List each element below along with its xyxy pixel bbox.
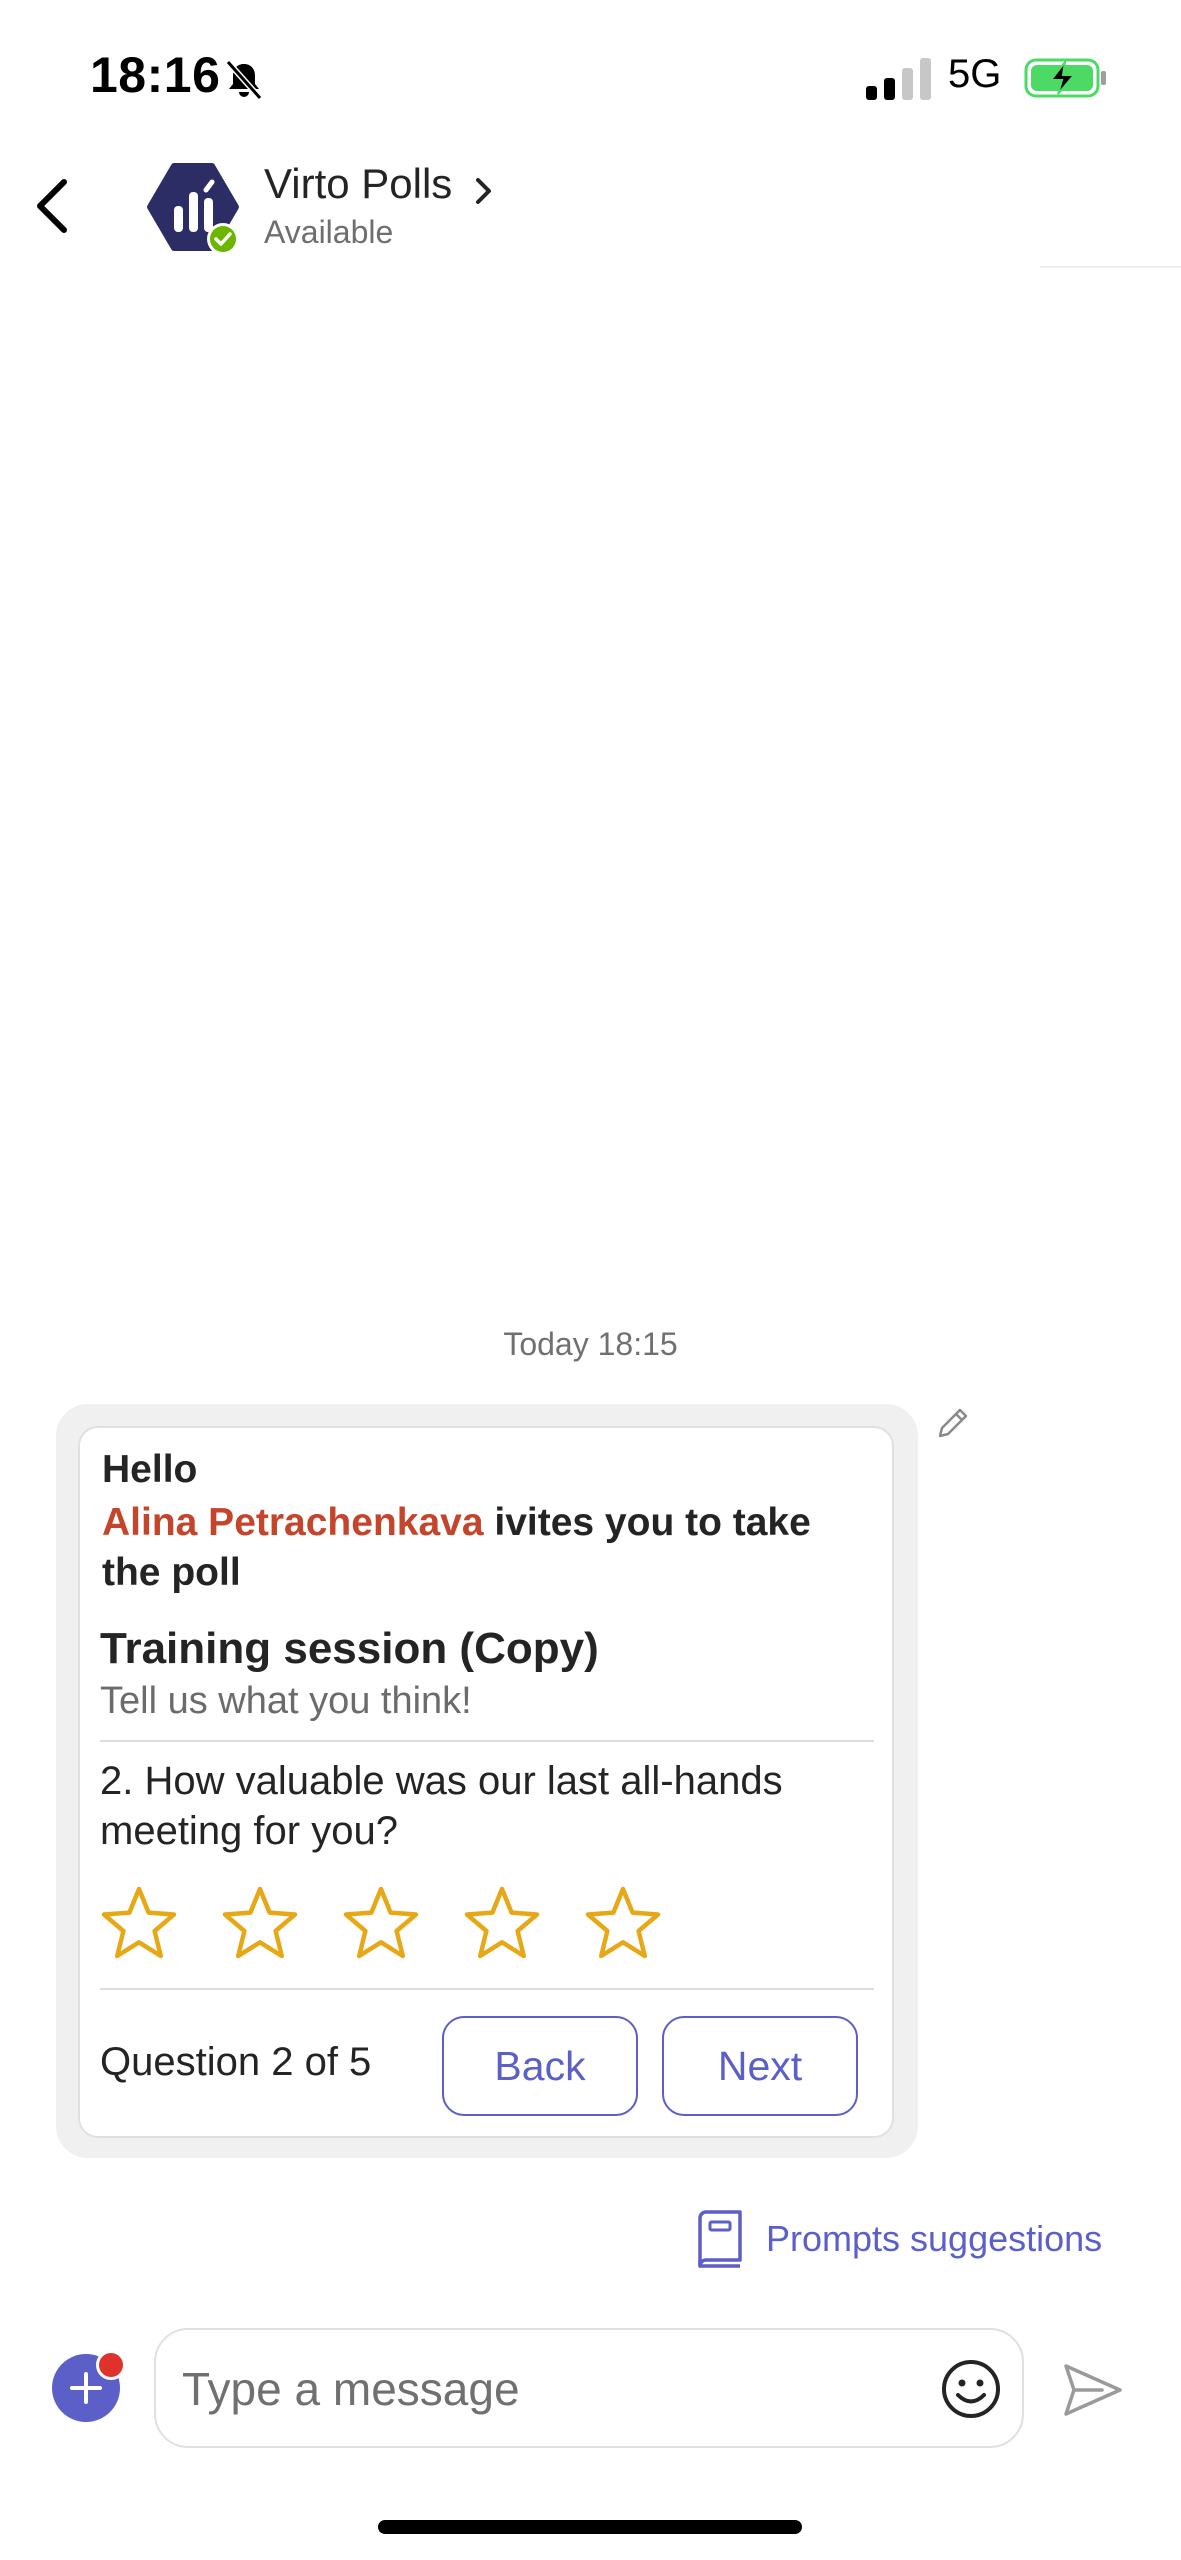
star-rating	[100, 1884, 662, 1962]
star-5-icon[interactable]	[584, 1884, 662, 1962]
presence-available-icon	[207, 223, 239, 255]
star-1-icon[interactable]	[100, 1884, 178, 1962]
card-divider	[100, 1740, 874, 1742]
network-type: 5G	[948, 52, 1002, 96]
emoji-icon[interactable]	[940, 2358, 1002, 2420]
star-4-icon[interactable]	[463, 1884, 541, 1962]
prompts-suggestions-link[interactable]: Prompts suggestions	[694, 2210, 1102, 2268]
signal-icon	[866, 58, 931, 100]
card-divider	[100, 1988, 874, 1990]
battery-charging-icon	[1024, 58, 1106, 98]
star-2-icon[interactable]	[221, 1884, 299, 1962]
chevron-left-icon[interactable]	[26, 176, 78, 236]
inviter-name: Alina Petrachenkava	[102, 1501, 484, 1544]
message-compose-box[interactable]	[154, 2328, 1024, 2448]
poll-question: 2. How valuable was our last all-hands m…	[100, 1759, 783, 1853]
message-timestamp: Today 18:15	[503, 1326, 678, 1362]
poll-subtitle: Tell us what you think!	[100, 1680, 472, 1722]
presence-status: Available	[264, 214, 394, 250]
bell-slash-icon	[225, 60, 263, 100]
message-input[interactable]	[182, 2354, 882, 2424]
notification-dot	[96, 2350, 126, 2380]
chat-title[interactable]: Virto Polls	[264, 160, 452, 208]
book-icon	[698, 2210, 742, 2268]
card-invite-text: Alina Petrachenkava ivites you to take t…	[102, 1498, 862, 1598]
star-3-icon[interactable]	[342, 1884, 420, 1962]
chevron-right-icon[interactable]	[470, 174, 496, 208]
header-divider	[1040, 266, 1181, 268]
poll-title: Training session (Copy)	[100, 1624, 599, 1673]
status-time: 18:16	[90, 47, 221, 103]
edit-pencil-icon[interactable]	[932, 1404, 972, 1444]
prompts-suggestions-label: Prompts suggestions	[766, 2218, 1103, 2259]
back-button[interactable]: Back	[442, 2016, 638, 2116]
card-greeting: Hello	[102, 1448, 198, 1491]
question-progress: Question 2 of 5	[100, 2040, 372, 2084]
send-icon[interactable]	[1062, 2360, 1124, 2420]
home-indicator	[378, 2520, 802, 2534]
next-button[interactable]: Next	[662, 2016, 858, 2116]
